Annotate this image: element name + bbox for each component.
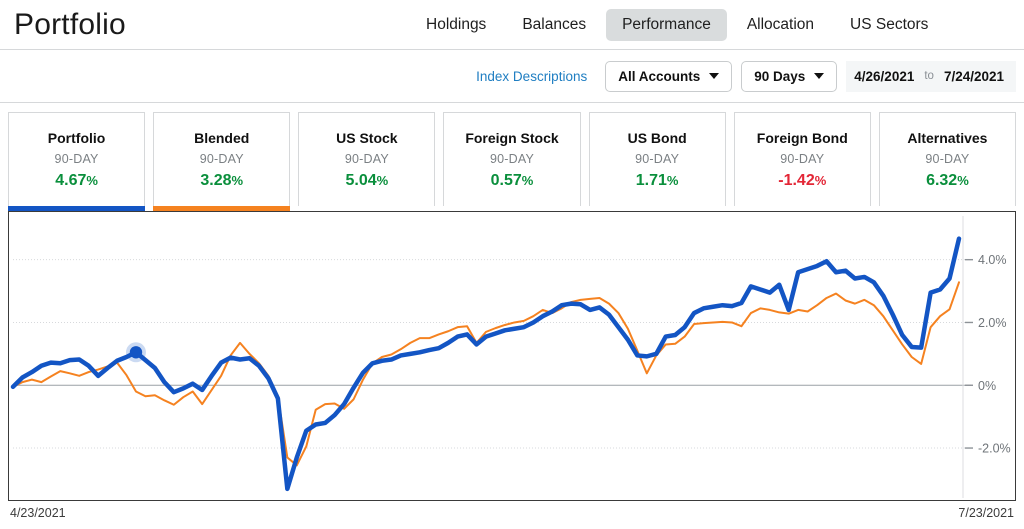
chevron-down-icon — [814, 73, 825, 79]
metric-card-value: 3.28% — [200, 172, 243, 190]
tab-balances[interactable]: Balances — [506, 9, 602, 41]
metric-card-foreign-stock[interactable]: Foreign Stock 90-DAY 0.57% — [443, 112, 581, 206]
metric-card-value: 6.32% — [926, 172, 969, 190]
chart-hover-point[interactable] — [129, 346, 143, 359]
tab-allocation[interactable]: Allocation — [731, 9, 830, 41]
metric-card-period: 90-DAY — [780, 151, 825, 166]
x-axis-start-label: 4/23/2021 — [10, 506, 66, 520]
chart-x-axis-labels: 4/23/2021 7/23/2021 — [0, 501, 1024, 520]
accounts-filter-label: All Accounts — [618, 68, 701, 84]
metric-card-title: Blended — [194, 129, 250, 146]
chevron-down-icon — [709, 73, 720, 79]
filter-toolbar: Index Descriptions All Accounts 90 Days … — [0, 50, 1024, 103]
metric-card-value: 4.67% — [55, 172, 98, 190]
metric-card-alternatives[interactable]: Alternatives 90-DAY 6.32% — [878, 112, 1016, 206]
app-header: Portfolio Holdings Balances Performance All… — [0, 0, 1024, 50]
metric-card-period: 90-DAY — [635, 151, 680, 166]
metric-card-period: 90-DAY — [344, 151, 389, 166]
metric-card-us-bond[interactable]: US Bond 90-DAY 1.71% — [588, 112, 726, 206]
y-axis-tick-label: 0% — [978, 379, 996, 393]
date-range-control: 4/26/2021 to 7/24/2021 — [846, 60, 1016, 92]
tab-performance[interactable]: Performance — [606, 9, 727, 41]
percent-sign: % — [86, 172, 98, 188]
metric-card-period: 90-DAY — [199, 151, 244, 166]
period-filter-dropdown[interactable]: 90 Days — [741, 60, 838, 92]
metric-card-title: US Stock — [336, 129, 398, 146]
metric-card-number: 6.32 — [926, 171, 958, 189]
metric-card-us-stock[interactable]: US Stock 90-DAY 5.04% — [298, 112, 436, 206]
metric-card-value: 0.57% — [491, 172, 534, 190]
tab-holdings[interactable]: Holdings — [410, 9, 502, 41]
metric-card-number: 5.04 — [345, 171, 377, 189]
portfolio-performance-page: Portfolio Holdings Balances Performance All… — [0, 0, 1024, 529]
percent-sign: % — [814, 172, 827, 188]
metric-card-row: Portfolio 90-DAY 4.67% Blended 90-DAY 3.28% US… — [0, 112, 1024, 221]
metric-card-number: 3.28 — [200, 171, 232, 189]
tab-us-sectors[interactable]: US Sectors — [834, 9, 944, 41]
percent-sign: % — [957, 172, 969, 188]
percent-sign: % — [231, 172, 244, 188]
date-from-field[interactable]: 4/26/2021 — [854, 69, 914, 84]
accounts-filter-dropdown[interactable]: All Accounts — [605, 60, 733, 92]
percent-sign: % — [521, 172, 534, 188]
metric-card-foreign-bond[interactable]: Foreign Bond 90-DAY -1.42% — [733, 112, 871, 206]
metric-card-number: 1.71 — [635, 171, 667, 189]
metric-card-title: Foreign Bond — [756, 129, 848, 146]
y-axis-tick-label: -2.0% — [978, 442, 1011, 456]
metric-card-number: 0.57 — [490, 171, 522, 189]
date-to-field[interactable]: 7/24/2021 — [944, 69, 1004, 84]
metric-card-period: 90-DAY — [489, 151, 535, 166]
period-filter-label: 90 Days — [754, 68, 806, 84]
x-axis-end-label: 7/23/2021 — [958, 506, 1014, 520]
metric-card-value: -1.42% — [778, 172, 826, 190]
metric-card-blended[interactable]: Blended 90-DAY 3.28% — [153, 112, 291, 221]
metric-card-number: -1.42 — [778, 171, 815, 189]
metric-card-period: 90-DAY — [925, 151, 970, 166]
metric-card-title: Alternatives — [907, 129, 988, 146]
metric-card-title: Foreign Stock — [465, 129, 559, 146]
percent-sign: % — [666, 172, 679, 188]
date-range-separator-label: to — [924, 70, 934, 82]
page-title: Portfolio — [14, 7, 126, 41]
metric-card-number: 4.67 — [55, 171, 87, 189]
metric-card-period: 90-DAY — [54, 151, 99, 166]
y-axis-tick-label: 4.0% — [978, 253, 1007, 267]
y-axis-tick-label: 2.0% — [978, 316, 1007, 330]
chart-line-portfolio — [10, 236, 962, 492]
main-tab-bar: Holdings Balances Performance Allocation US … — [410, 0, 944, 50]
metric-card-title: Portfolio — [47, 129, 106, 146]
metric-card-value: 1.71% — [636, 172, 679, 190]
performance-chart[interactable]: 4.0% 2.0% 0% -2.0% — [8, 211, 1016, 501]
metric-card-title: US Bond — [627, 129, 687, 146]
performance-chart-svg: 4.0% 2.0% 0% -2.0% — [10, 216, 1011, 498]
percent-sign: % — [376, 172, 389, 188]
metric-card-portfolio[interactable]: Portfolio 90-DAY 4.67% — [8, 112, 146, 221]
metric-card-value: 5.04% — [346, 172, 389, 190]
index-descriptions-link[interactable]: Index Descriptions — [476, 69, 587, 84]
chart-line-blended — [12, 281, 960, 467]
